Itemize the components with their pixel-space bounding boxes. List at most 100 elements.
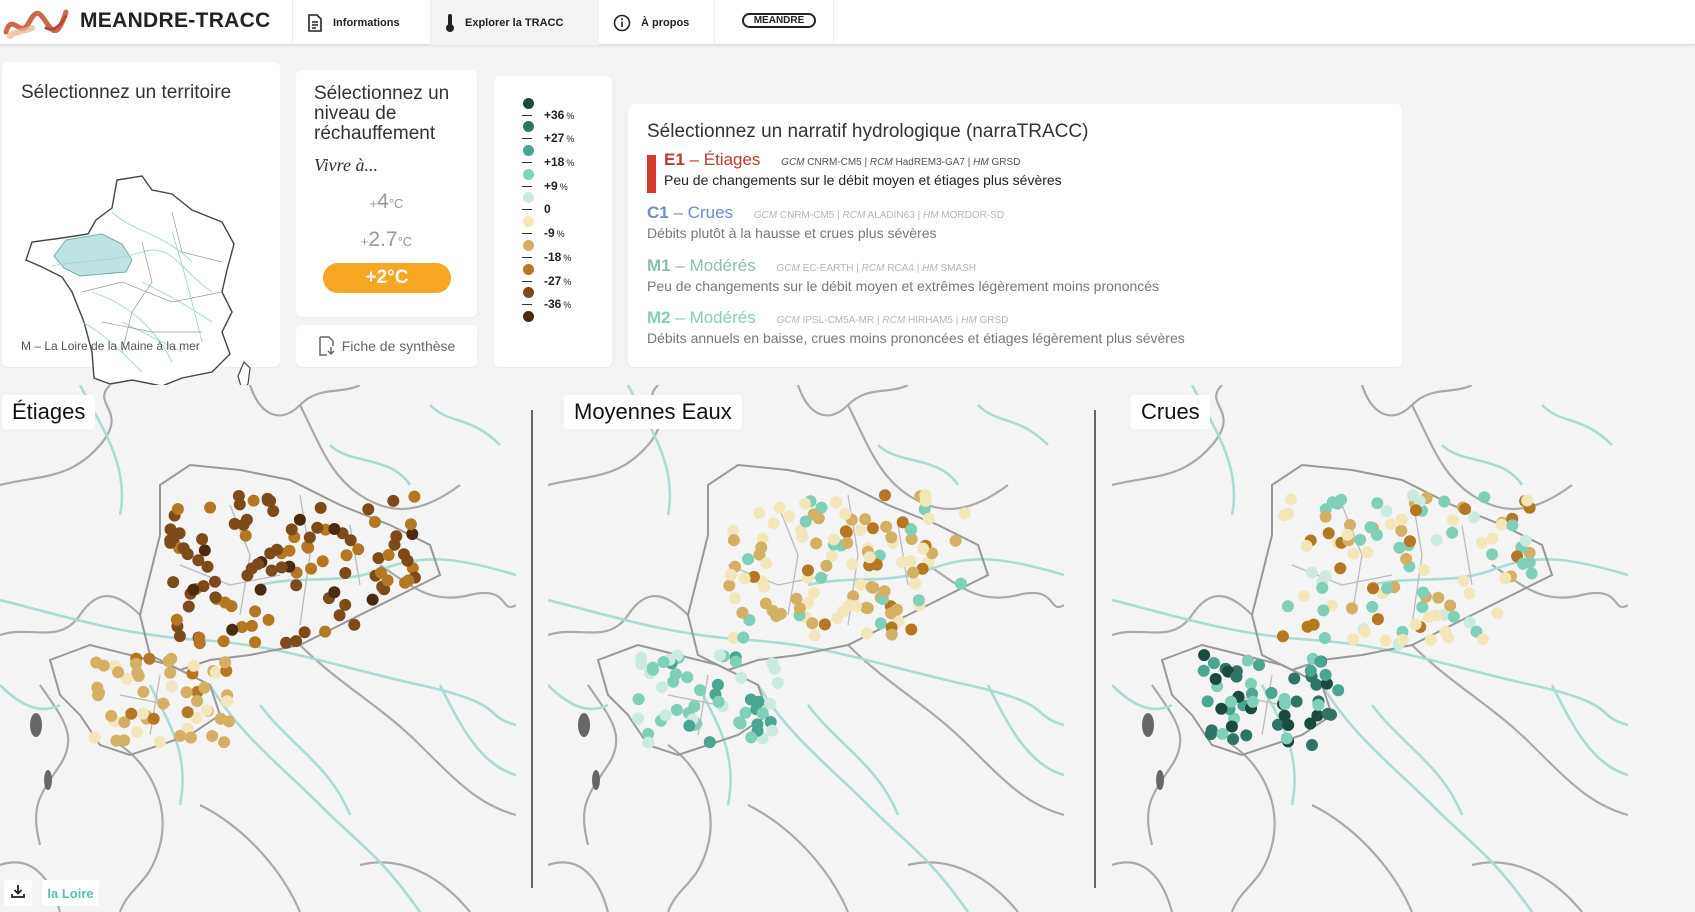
station-dot[interactable]: [840, 526, 853, 539]
station-dot[interactable]: [147, 712, 160, 725]
station-dot[interactable]: [316, 555, 329, 568]
station-dot[interactable]: [1478, 491, 1491, 504]
station-dot[interactable]: [760, 557, 773, 570]
station-dot[interactable]: [735, 671, 748, 684]
station-dot[interactable]: [954, 577, 967, 590]
station-dot[interactable]: [1347, 633, 1360, 646]
station-dot[interactable]: [1457, 575, 1470, 587]
station-dot[interactable]: [770, 610, 783, 622]
station-dot[interactable]: [896, 556, 909, 569]
station-dot[interactable]: [854, 524, 867, 537]
station-dot[interactable]: [162, 655, 175, 668]
station-dot[interactable]: [249, 636, 261, 649]
station-dot[interactable]: [1395, 524, 1408, 537]
station-dot[interactable]: [1316, 581, 1329, 594]
station-dot[interactable]: [755, 541, 768, 554]
station-dot[interactable]: [198, 544, 211, 557]
station-dot[interactable]: [1280, 732, 1293, 745]
map-panel-crues[interactable]: Crues: [1112, 385, 1628, 912]
station-dot[interactable]: [1225, 720, 1238, 733]
station-dot[interactable]: [820, 559, 833, 572]
station-dot[interactable]: [799, 515, 812, 528]
station-dot[interactable]: [783, 510, 796, 523]
station-dot[interactable]: [233, 498, 246, 511]
station-dot[interactable]: [1240, 729, 1253, 742]
station-dot[interactable]: [727, 534, 740, 547]
station-dot[interactable]: [1227, 733, 1240, 746]
station-dot[interactable]: [401, 554, 414, 567]
station-dot[interactable]: [912, 594, 925, 607]
station-dot[interactable]: [225, 600, 238, 613]
river-toggle-button[interactable]: la Loire: [42, 880, 99, 906]
station-dot[interactable]: [1395, 513, 1408, 526]
station-dot[interactable]: [1314, 655, 1327, 668]
station-dot[interactable]: [1361, 546, 1374, 559]
map-etiages[interactable]: [0, 385, 516, 912]
station-dot[interactable]: [239, 529, 252, 542]
station-dot[interactable]: [1424, 634, 1437, 646]
station-dot[interactable]: [1519, 534, 1532, 547]
station-dot[interactable]: [830, 496, 843, 509]
warming-option-selected[interactable]: +2°C: [323, 263, 451, 293]
station-dot[interactable]: [1246, 695, 1259, 708]
station-dot[interactable]: [1432, 591, 1445, 604]
station-dot[interactable]: [1491, 607, 1504, 620]
station-dot[interactable]: [1396, 633, 1409, 646]
station-dot[interactable]: [753, 507, 766, 520]
station-dot[interactable]: [880, 520, 893, 533]
station-dot[interactable]: [867, 581, 880, 594]
station-dot[interactable]: [187, 659, 200, 672]
station-dot[interactable]: [767, 517, 780, 530]
station-dot[interactable]: [1281, 600, 1294, 613]
station-dot[interactable]: [1447, 610, 1460, 623]
station-dot[interactable]: [703, 736, 716, 749]
station-dot[interactable]: [1370, 528, 1383, 541]
station-dot[interactable]: [738, 572, 751, 585]
station-dot[interactable]: [1506, 519, 1519, 532]
station-dot[interactable]: [131, 726, 144, 738]
station-dot[interactable]: [305, 562, 318, 575]
station-dot[interactable]: [1477, 633, 1490, 646]
station-dot[interactable]: [885, 628, 898, 641]
warming-option-27[interactable]: +2.7°C: [296, 228, 477, 252]
station-dot[interactable]: [1418, 564, 1430, 576]
station-dot[interactable]: [402, 574, 415, 587]
station-dot[interactable]: [958, 507, 971, 520]
station-dot[interactable]: [1409, 618, 1422, 631]
station-dot[interactable]: [97, 659, 110, 672]
station-dot[interactable]: [1379, 634, 1392, 647]
station-dot[interactable]: [866, 522, 879, 535]
station-dot[interactable]: [1334, 562, 1347, 575]
map-moyennes-eaux[interactable]: [548, 385, 1064, 912]
narrative-m2[interactable]: M2 – Modérés GCM IPSL-CM5A-MR | RCM HIRH…: [647, 308, 1387, 346]
station-dot[interactable]: [1442, 631, 1455, 644]
narrative-m1[interactable]: M1 – Modérés GCM EC-EARTH | RCM RCA4 | H…: [647, 256, 1387, 294]
station-dot[interactable]: [1446, 514, 1459, 527]
station-dot[interactable]: [164, 666, 177, 679]
station-dot[interactable]: [328, 523, 341, 535]
station-dot[interactable]: [1410, 504, 1422, 517]
station-dot[interactable]: [1312, 698, 1325, 711]
station-dot[interactable]: [1322, 527, 1335, 540]
station-dot[interactable]: [841, 536, 854, 549]
station-dot[interactable]: [339, 567, 352, 579]
station-dot[interactable]: [1430, 534, 1443, 547]
station-dot[interactable]: [1371, 497, 1384, 510]
station-dot[interactable]: [729, 655, 742, 668]
station-dot[interactable]: [219, 656, 231, 669]
narrative-c1[interactable]: C1 – Crues GCM CNRM-CM5 | RCM ALADIN63 |…: [647, 203, 1387, 241]
station-dot[interactable]: [818, 618, 831, 631]
station-dot[interactable]: [275, 561, 288, 574]
station-dot[interactable]: [659, 709, 672, 722]
station-dot[interactable]: [1335, 493, 1348, 506]
station-dot[interactable]: [808, 586, 820, 599]
station-dot[interactable]: [919, 489, 932, 502]
station-dot[interactable]: [1253, 659, 1265, 672]
station-dot[interactable]: [285, 523, 298, 536]
station-dot[interactable]: [949, 534, 962, 547]
station-dot[interactable]: [1380, 505, 1393, 518]
station-dot[interactable]: [810, 537, 823, 550]
station-dot[interactable]: [328, 586, 341, 599]
station-dot[interactable]: [333, 609, 346, 622]
station-dot[interactable]: [262, 613, 275, 626]
